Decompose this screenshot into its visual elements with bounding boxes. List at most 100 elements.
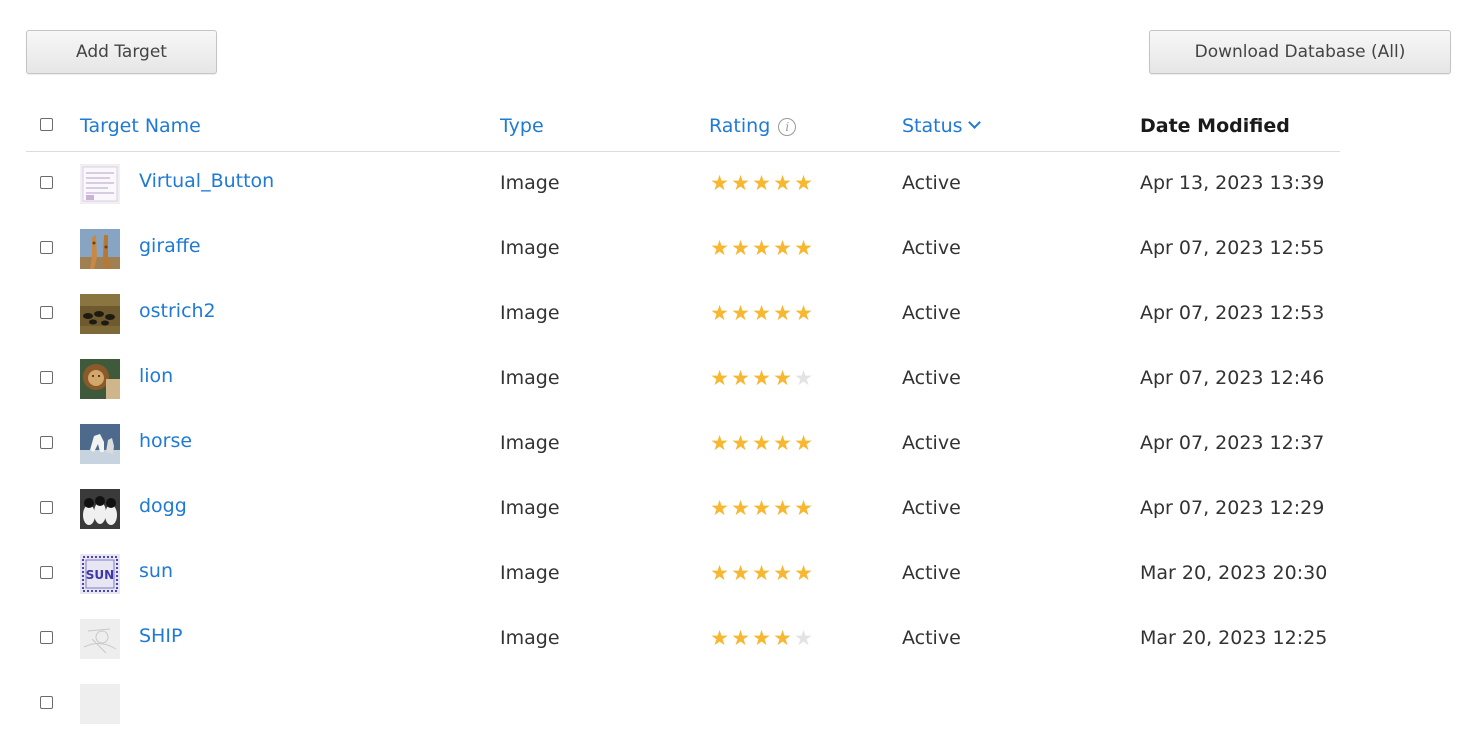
target-status: Active: [902, 237, 961, 259]
target-status: Active: [902, 562, 961, 584]
target-thumbnail[interactable]: SUN: [80, 554, 120, 594]
rating-stars: ★ ★ ★ ★ ★: [709, 172, 814, 194]
star-filled-icon: ★: [773, 236, 792, 260]
target-type: Image: [500, 497, 560, 519]
row-checkbox[interactable]: [40, 176, 53, 189]
row-checkbox[interactable]: [40, 436, 53, 449]
target-date-modified: Apr 07, 2023 12:46: [1140, 367, 1325, 389]
target-type: Image: [500, 367, 560, 389]
star-filled-icon: ★: [710, 496, 729, 520]
target-type: Image: [500, 237, 560, 259]
target-date-modified: Apr 07, 2023 12:29: [1140, 497, 1325, 519]
target-name-link[interactable]: Virtual_Button: [139, 169, 274, 193]
download-database-button[interactable]: Download Database (All): [1149, 30, 1451, 74]
target-name-link[interactable]: lion: [139, 364, 173, 388]
table-row: SUN sun Image ★ ★ ★ ★ ★ Active Mar 20, 2023 20:30: [26, 541, 1340, 606]
star-filled-icon: ★: [752, 366, 771, 390]
target-thumbnail[interactable]: [80, 619, 120, 659]
target-thumbnail[interactable]: [80, 229, 120, 269]
star-filled-icon: ★: [794, 496, 813, 520]
rating-stars: ★ ★ ★ ★ ★: [709, 367, 814, 389]
star-filled-icon: ★: [773, 561, 792, 585]
star-filled-icon: ★: [794, 236, 813, 260]
table-header: Target Name Type Rating i Status Date Mod…: [26, 104, 1340, 152]
table-row: lion Image ★ ★ ★ ★ ★ Active Apr 07, 2023 12:46: [26, 346, 1340, 411]
star-empty-icon: ★: [794, 626, 813, 650]
star-filled-icon: ★: [794, 431, 813, 455]
star-filled-icon: ★: [731, 171, 750, 195]
table-row: giraffe Image ★ ★ ★ ★ ★ Active Apr 07, 2023 12:5…: [26, 216, 1340, 281]
star-filled-icon: ★: [710, 171, 729, 195]
star-filled-icon: ★: [773, 626, 792, 650]
star-filled-icon: ★: [710, 561, 729, 585]
star-filled-icon: ★: [752, 626, 771, 650]
target-thumbnail[interactable]: [80, 489, 120, 529]
star-filled-icon: ★: [752, 496, 771, 520]
row-checkbox[interactable]: [40, 566, 53, 579]
header-status-label[interactable]: Status: [902, 115, 963, 137]
target-date-modified: Apr 07, 2023 12:53: [1140, 302, 1325, 324]
row-checkbox[interactable]: [40, 631, 53, 644]
target-thumbnail[interactable]: [80, 164, 120, 204]
row-checkbox[interactable]: [40, 306, 53, 319]
star-filled-icon: ★: [731, 301, 750, 325]
target-thumbnail[interactable]: [80, 684, 120, 724]
row-checkbox[interactable]: [40, 696, 53, 709]
star-filled-icon: ★: [731, 236, 750, 260]
star-filled-icon: ★: [731, 626, 750, 650]
star-filled-icon: ★: [710, 431, 729, 455]
target-name-link[interactable]: dogg: [139, 494, 187, 518]
target-name-link[interactable]: giraffe: [139, 234, 201, 258]
target-status: Active: [902, 627, 961, 649]
table-row: Virtual_Button Image ★ ★ ★ ★ ★ Active Apr 13, 20…: [26, 151, 1340, 216]
target-type: Image: [500, 627, 560, 649]
target-name-link[interactable]: SHIP: [139, 624, 182, 648]
table-row: dogg Image ★ ★ ★ ★ ★ Active Apr 07, 2023 12:29: [26, 476, 1340, 541]
select-all-checkbox[interactable]: [40, 118, 53, 131]
svg-text:SUN: SUN: [86, 568, 114, 582]
target-thumbnail[interactable]: [80, 294, 120, 334]
star-filled-icon: ★: [752, 561, 771, 585]
star-empty-icon: ★: [794, 366, 813, 390]
star-filled-icon: ★: [710, 236, 729, 260]
rating-stars: ★ ★ ★ ★ ★: [709, 237, 814, 259]
star-filled-icon: ★: [794, 561, 813, 585]
target-date-modified: Apr 07, 2023 12:37: [1140, 432, 1325, 454]
row-checkbox[interactable]: [40, 371, 53, 384]
target-name-link[interactable]: ostrich2: [139, 299, 216, 323]
chevron-down-icon: [967, 116, 981, 129]
target-status: Active: [902, 172, 961, 194]
target-thumbnail[interactable]: [80, 424, 120, 464]
header-status[interactable]: Status: [902, 115, 981, 137]
star-filled-icon: ★: [773, 301, 792, 325]
target-status: Active: [902, 432, 961, 454]
star-filled-icon: ★: [752, 171, 771, 195]
star-filled-icon: ★: [773, 171, 792, 195]
rating-stars: ★ ★ ★ ★ ★: [709, 627, 814, 649]
target-thumbnail[interactable]: [80, 359, 120, 399]
star-filled-icon: ★: [794, 171, 813, 195]
target-type: Image: [500, 562, 560, 584]
rating-stars: ★ ★ ★ ★ ★: [709, 562, 814, 584]
rating-stars: ★ ★ ★ ★ ★: [709, 497, 814, 519]
star-filled-icon: ★: [731, 366, 750, 390]
star-filled-icon: ★: [752, 301, 771, 325]
target-name-link[interactable]: sun: [139, 559, 173, 583]
header-type[interactable]: Type: [500, 115, 544, 137]
header-rating: Rating i: [709, 115, 797, 137]
table-row: ostrich2 Image ★ ★ ★ ★ ★ Active Apr 07, 2023 12:…: [26, 281, 1340, 346]
row-checkbox[interactable]: [40, 501, 53, 514]
target-name-link[interactable]: horse: [139, 429, 192, 453]
add-target-button[interactable]: Add Target: [26, 30, 217, 74]
header-date-modified: Date Modified: [1140, 115, 1290, 137]
row-checkbox[interactable]: [40, 241, 53, 254]
table-row: SHIP Image ★ ★ ★ ★ ★ Active Mar 20, 2023 12:25: [26, 606, 1340, 671]
star-filled-icon: ★: [773, 496, 792, 520]
table-row-partial: [26, 671, 1340, 736]
header-rating-label[interactable]: Rating: [709, 115, 770, 137]
target-date-modified: Mar 20, 2023 12:25: [1140, 627, 1328, 649]
table-row: horse Image ★ ★ ★ ★ ★ Active Apr 07, 2023 12:37: [26, 411, 1340, 476]
header-target-name[interactable]: Target Name: [80, 115, 201, 137]
star-filled-icon: ★: [710, 366, 729, 390]
info-circle-icon[interactable]: i: [778, 118, 797, 136]
